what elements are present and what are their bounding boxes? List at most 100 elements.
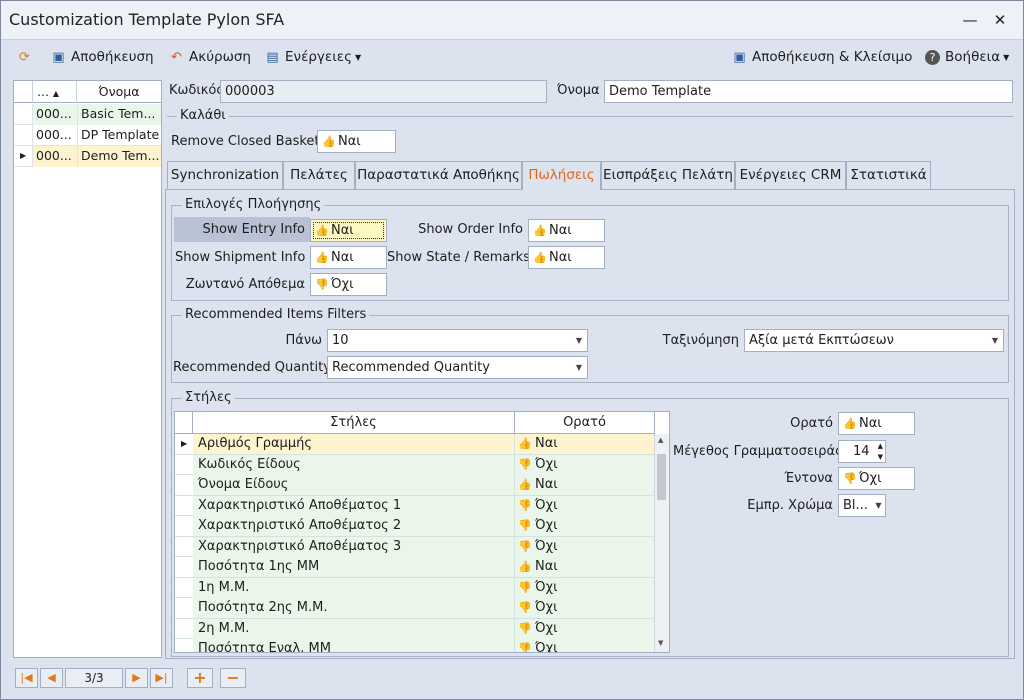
sort-value: Αξία μετά Εκπτώσεων bbox=[749, 333, 894, 348]
code-field[interactable]: 000003 bbox=[220, 80, 547, 103]
table-row[interactable]: Χαρακτηριστικό Αποθέματος 3 👎 Όχι bbox=[175, 536, 655, 557]
table-row[interactable]: Ποσότητα 1ης ΜΜ 👍 Ναι bbox=[175, 557, 655, 578]
save-close-button[interactable]: ▣ Αποθήκευση & Κλείσιμο bbox=[732, 46, 912, 68]
visible-field[interactable]: 👍 Ναι bbox=[838, 412, 915, 435]
list-item[interactable]: 000... Basic Tem... bbox=[14, 104, 161, 125]
tab-crm-actions[interactable]: Ενέργειες CRM bbox=[735, 161, 846, 189]
list-item[interactable]: ▶ 000... Demo Tem... bbox=[14, 146, 161, 167]
tab-statistics[interactable]: Στατιστικά bbox=[846, 161, 931, 189]
table-row[interactable]: Ποσότητα Εναλ. ΜΜ 👎 Όχι bbox=[175, 639, 655, 652]
thumbs-up-icon: 👍 bbox=[518, 478, 532, 491]
scroll-up-icon[interactable]: ▲ bbox=[658, 436, 663, 444]
table-row[interactable]: Κωδικός Είδους 👎 Όχι bbox=[175, 454, 655, 475]
show-entry-field[interactable]: 👍 Ναι bbox=[310, 219, 387, 242]
visible-cell[interactable]: 👎 Όχι bbox=[515, 618, 655, 639]
table-row[interactable]: Ποσότητα 2ης Μ.Μ. 👎 Όχι bbox=[175, 598, 655, 619]
remove-record-button[interactable]: − bbox=[220, 668, 246, 688]
visible-cell[interactable]: 👎 Όχι bbox=[515, 516, 655, 536]
chevron-down-icon: ▼ bbox=[575, 336, 583, 345]
last-record-button[interactable]: ▶| bbox=[150, 668, 173, 688]
refresh-button[interactable]: ⟳ bbox=[17, 46, 37, 68]
table-row[interactable]: Χαρακτηριστικό Αποθέματος 2 👎 Όχι bbox=[175, 516, 655, 537]
show-shipment-field[interactable]: 👍 Ναι bbox=[310, 246, 387, 269]
close-button[interactable]: ✕ bbox=[987, 9, 1013, 31]
show-state-label: Show State / Remarks bbox=[387, 250, 530, 265]
column-name-cell: 1η Μ.Μ. bbox=[193, 577, 515, 598]
fg-color-dropdown[interactable]: Bl... ▼ bbox=[838, 494, 886, 517]
row-name: Demo Tem... bbox=[77, 146, 161, 167]
visible-cell[interactable]: 👎 Όχι bbox=[515, 577, 655, 598]
scroll-down-icon[interactable]: ▼ bbox=[658, 639, 663, 647]
font-size-value: 14 bbox=[853, 444, 870, 459]
visible-cell[interactable]: 👎 Όχι bbox=[515, 639, 655, 652]
live-stock-field[interactable]: 👎 Όχι bbox=[310, 273, 387, 296]
column-name-cell: 2η Μ.Μ. bbox=[193, 618, 515, 639]
tab-customers[interactable]: Πελάτες bbox=[283, 161, 355, 189]
show-order-value: Ναι bbox=[549, 223, 572, 238]
save-label: Αποθήκευση bbox=[71, 49, 154, 65]
visible-cell-value: Όχι bbox=[535, 579, 558, 595]
recommended-qty-label: Recommended Quantity bbox=[173, 360, 331, 375]
sort-dropdown[interactable]: Αξία μετά Εκπτώσεων ▼ bbox=[744, 329, 1004, 352]
stepper-down-icon[interactable]: ▼ bbox=[878, 447, 883, 462]
top-dropdown[interactable]: 10 ▼ bbox=[327, 329, 588, 352]
remove-closed-field[interactable]: 👍 Ναι bbox=[317, 130, 396, 153]
navigation-options-title: Επιλογές Πλοήγησης bbox=[182, 197, 325, 212]
font-size-stepper[interactable]: 14 ▲ ▼ bbox=[838, 440, 886, 463]
column-header-columns[interactable]: Στήλες bbox=[193, 412, 515, 434]
help-menu[interactable]: ? Βοήθεια ▼ bbox=[925, 46, 1009, 68]
column-name-cell: Κωδικός Είδους bbox=[193, 454, 515, 475]
tab-customer-receipts[interactable]: Εισπράξεις Πελάτη bbox=[601, 161, 735, 189]
visible-cell[interactable]: 👎 Όχι bbox=[515, 536, 655, 557]
thumbs-up-icon: 👍 bbox=[843, 417, 857, 430]
table-row[interactable]: ▶ Αριθμός Γραμμής 👍 Ναι bbox=[175, 434, 655, 455]
first-record-button[interactable]: |◀ bbox=[15, 668, 38, 688]
visible-cell[interactable]: 👎 Όχι bbox=[515, 454, 655, 475]
save-button[interactable]: ▣ Αποθήκευση bbox=[51, 46, 154, 68]
actions-menu[interactable]: ▤ Ενέργειες ▼ bbox=[265, 46, 361, 68]
visible-cell[interactable]: 👎 Όχι bbox=[515, 495, 655, 516]
visible-cell[interactable]: 👍 Ναι bbox=[515, 434, 655, 454]
vertical-scrollbar[interactable]: ▲ ▼ bbox=[654, 434, 669, 652]
minimize-button[interactable]: — bbox=[957, 9, 983, 31]
scrollbar-thumb[interactable] bbox=[657, 454, 666, 500]
bold-field[interactable]: 👎 Όχι bbox=[838, 467, 915, 490]
list-item[interactable]: 000... DP Template bbox=[14, 125, 161, 146]
cancel-label: Ακύρωση bbox=[189, 49, 251, 65]
table-row[interactable]: Όνομα Είδους 👍 Ναι bbox=[175, 475, 655, 496]
add-record-button[interactable]: + bbox=[187, 668, 213, 688]
name-field[interactable]: Demo Template bbox=[604, 80, 1013, 103]
toolbar: ⟳ ▣ Αποθήκευση ↶ Ακύρωση ▤ Ενέργειες ▼ ▣ Αποθ… bbox=[1, 39, 1023, 71]
show-state-value: Ναι bbox=[549, 250, 572, 265]
columns-grid[interactable]: Στήλες Ορατό ▶ Αριθμός Γραμμής 👍 Ναι Κωδικός… bbox=[174, 411, 670, 653]
column-header-code[interactable]: ... ▲ bbox=[32, 81, 77, 103]
tab-warehouse-docs[interactable]: Παραστατικά Αποθήκης bbox=[355, 161, 522, 189]
column-header-name[interactable]: Όνομα bbox=[77, 81, 161, 103]
cancel-button[interactable]: ↶ Ακύρωση bbox=[169, 46, 251, 68]
visible-cell-value: Ναι bbox=[535, 559, 558, 574]
prev-record-button[interactable]: ◀ bbox=[40, 668, 63, 688]
row-indicator-icon: ▶ bbox=[181, 439, 188, 448]
column-name-cell: Χαρακτηριστικό Αποθέματος 2 bbox=[193, 516, 515, 536]
show-state-field[interactable]: 👍 Ναι bbox=[528, 246, 605, 269]
live-stock-value: Όχι bbox=[331, 277, 354, 292]
visible-cell[interactable]: 👎 Όχι bbox=[515, 598, 655, 618]
tab-sales[interactable]: Πωλήσεις bbox=[522, 161, 601, 190]
visible-cell[interactable]: 👍 Ναι bbox=[515, 475, 655, 495]
title-bar: Customization Template Pylon SFA — ✕ bbox=[1, 1, 1023, 39]
show-order-field[interactable]: 👍 Ναι bbox=[528, 219, 605, 242]
table-row[interactable]: 1η Μ.Μ. 👎 Όχι bbox=[175, 577, 655, 598]
tab-synchronization[interactable]: Synchronization bbox=[167, 161, 283, 189]
show-shipment-value: Ναι bbox=[331, 250, 354, 265]
next-record-button[interactable]: ▶ bbox=[125, 668, 148, 688]
visible-cell[interactable]: 👍 Ναι bbox=[515, 557, 655, 577]
main-window: Customization Template Pylon SFA — ✕ ⟳ ▣… bbox=[0, 0, 1024, 700]
recommended-qty-dropdown[interactable]: Recommended Quantity ▼ bbox=[327, 356, 588, 379]
thumbs-up-icon: 👍 bbox=[533, 251, 547, 264]
table-row[interactable]: 2η Μ.Μ. 👎 Όχι bbox=[175, 618, 655, 639]
column-header-visible[interactable]: Ορατό bbox=[515, 412, 655, 434]
column-name-cell: Αριθμός Γραμμής bbox=[193, 434, 515, 454]
row-name: DP Template bbox=[77, 125, 161, 146]
table-row[interactable]: Χαρακτηριστικό Αποθέματος 1 👎 Όχι bbox=[175, 495, 655, 516]
templates-grid[interactable]: ... ▲ Όνομα 000... Basic Tem... 000... D… bbox=[13, 80, 162, 658]
